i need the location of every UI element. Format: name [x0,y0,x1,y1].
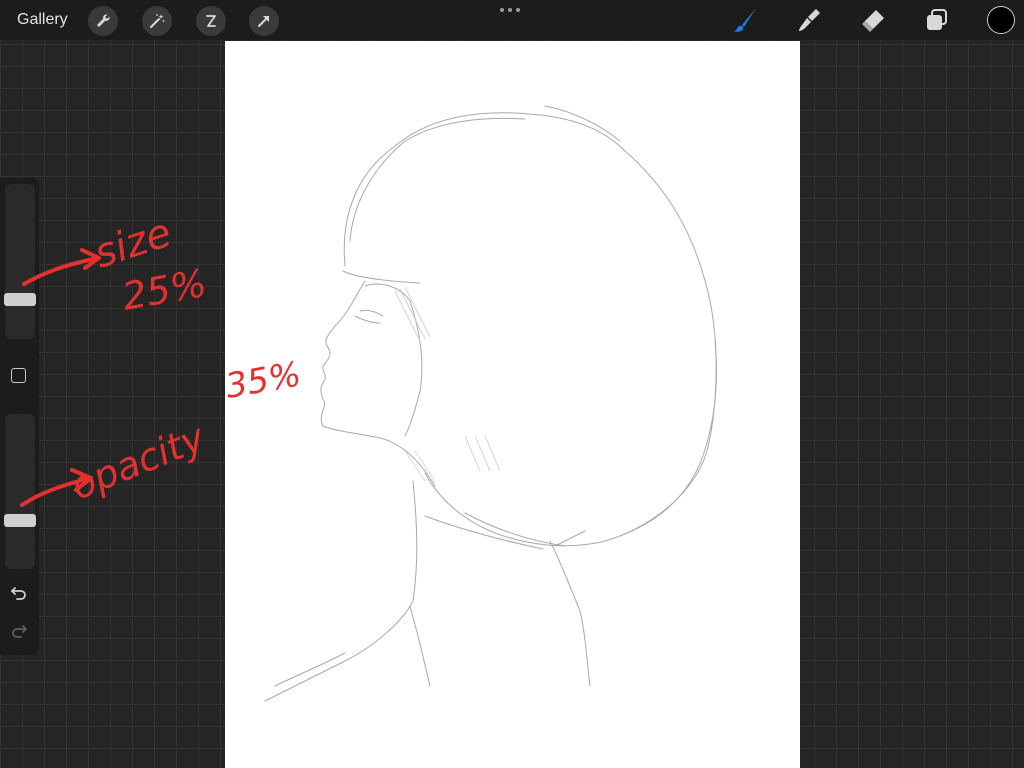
eraser-button[interactable] [858,5,888,35]
selection-icon [206,15,216,27]
eraser-icon [862,10,884,32]
brush-button[interactable] [730,5,760,35]
wrench-icon [97,14,110,27]
brush-sidebar [0,178,39,655]
opacity-slider-handle[interactable] [4,514,36,527]
brush-opacity-slider[interactable] [5,414,35,569]
actions-button[interactable] [88,6,118,36]
selection-button[interactable] [196,6,226,36]
modify-button[interactable] [11,368,26,383]
pencil-sketch [264,105,717,702]
magic-wand-icon [150,14,165,28]
layers-button[interactable] [922,5,952,35]
color-swatch[interactable] [987,6,1015,34]
size-label: size [89,210,177,278]
size-value: 25% [119,261,210,319]
gallery-button[interactable]: Gallery [17,11,68,29]
top-toolbar: Gallery [0,0,1024,40]
drawing-canvas[interactable] [225,41,800,768]
transform-button[interactable] [249,6,279,36]
size-slider-handle[interactable] [4,293,36,306]
smudge-icon [799,9,820,31]
undo-icon[interactable] [10,583,28,601]
adjustments-button[interactable] [142,6,172,36]
transform-arrow-icon [258,16,269,27]
brush-icon [734,8,756,32]
layers-icon [927,9,947,30]
smudge-button[interactable] [795,5,825,35]
opacity-label: opacity [65,415,211,508]
brush-size-slider[interactable] [5,184,35,339]
more-dots-icon[interactable] [500,8,520,12]
redo-icon[interactable] [10,621,28,639]
